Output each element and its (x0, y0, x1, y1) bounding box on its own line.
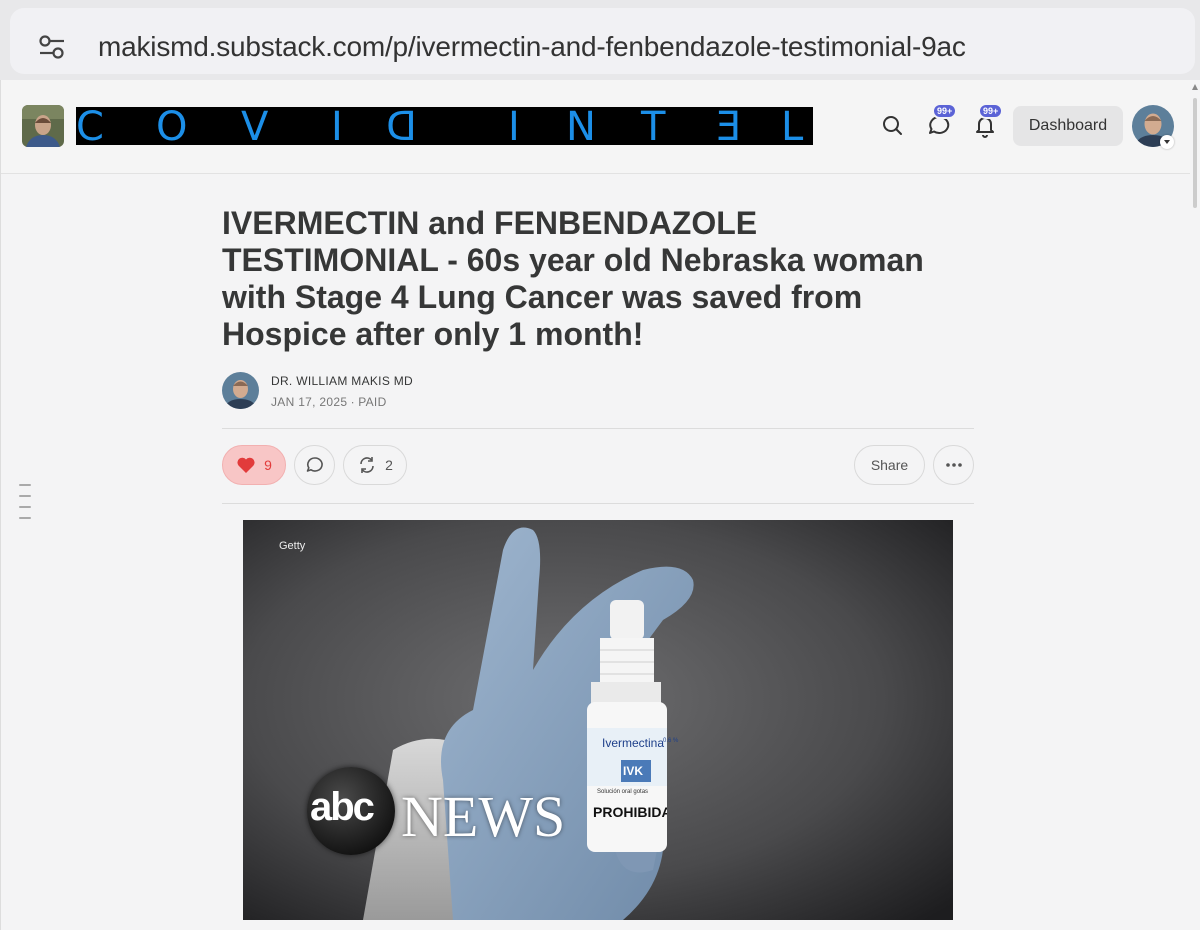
publication-logo[interactable] (22, 105, 64, 147)
image-credit: Getty (279, 540, 306, 552)
banner-letter: I (508, 107, 520, 145)
heart-icon (237, 457, 255, 473)
banner-letter: O (156, 107, 188, 145)
restack-icon (360, 457, 374, 473)
table-of-contents-toggle[interactable] (19, 484, 31, 528)
banner-letter: V (241, 107, 269, 145)
banner-letter: D (386, 107, 417, 145)
post-title: IVERMECTIN and FENBENDAZOLE TESTIMONIAL … (222, 205, 924, 352)
like-count: 9 (264, 457, 272, 473)
substack-page: C O V I D I N T Ǝ L 99+ 99+ Dashboard IV… (0, 80, 1191, 930)
banner-letter: C (76, 107, 104, 145)
abc-logo: abc (307, 767, 395, 855)
hero-image[interactable]: Getty Ivermectina 0.6 % IVK Solución ora… (243, 520, 953, 920)
banner-letter: T (641, 107, 666, 145)
notification-badge: 99+ (978, 103, 1004, 119)
banner-letter: N (566, 107, 596, 145)
scroll-up-arrow-icon[interactable] (1192, 84, 1198, 90)
post-date: JAN 17, 2025 ∙ PAID (271, 395, 387, 409)
top-navigation: C O V I D I N T Ǝ L 99+ 99+ Dashboard (1, 80, 1191, 174)
news-wordmark: NEWS (401, 784, 566, 849)
restack-button[interactable]: 2 (343, 445, 407, 485)
abc-logo-text: abc (310, 785, 375, 829)
bottle-percent-label: 0.6 % (663, 738, 679, 744)
scroll-thumb[interactable] (1193, 98, 1197, 208)
author-name[interactable]: DR. WILLIAM MAKIS MD (271, 374, 413, 388)
more-options-button[interactable] (933, 445, 974, 485)
site-info-icon[interactable] (38, 35, 66, 59)
banner-letter: L (781, 107, 804, 145)
dashboard-button[interactable]: Dashboard (1013, 106, 1123, 146)
divider (222, 503, 974, 504)
bottle-warning-label: PROHIBIDA SU (593, 804, 667, 820)
bottle-sub-label: Solución oral gotas (597, 789, 649, 795)
share-button[interactable]: Share (854, 445, 925, 485)
search-icon[interactable] (877, 110, 909, 142)
like-button[interactable]: 9 (222, 445, 286, 485)
ellipsis-icon (945, 463, 962, 467)
bottle-logo-label: IVK (623, 764, 644, 778)
chevron-down-icon[interactable] (1160, 135, 1174, 149)
comment-icon (306, 457, 323, 472)
url-text[interactable]: makismd.substack.com/p/ivermectin-and-fe… (98, 31, 966, 63)
comment-button[interactable] (294, 445, 335, 485)
bottle-brand-label: Ivermectina (602, 736, 665, 750)
banner-letter: Ǝ (716, 107, 742, 145)
chat-badge: 99+ (932, 103, 958, 119)
scrollbar[interactable] (1190, 80, 1200, 930)
publication-banner[interactable]: C O V I D I N T Ǝ L (76, 107, 813, 145)
restack-count: 2 (385, 457, 393, 473)
divider (222, 428, 974, 429)
author-avatar[interactable] (222, 372, 259, 409)
address-bar[interactable]: makismd.substack.com/p/ivermectin-and-fe… (10, 8, 1195, 74)
banner-letter: I (331, 107, 343, 145)
